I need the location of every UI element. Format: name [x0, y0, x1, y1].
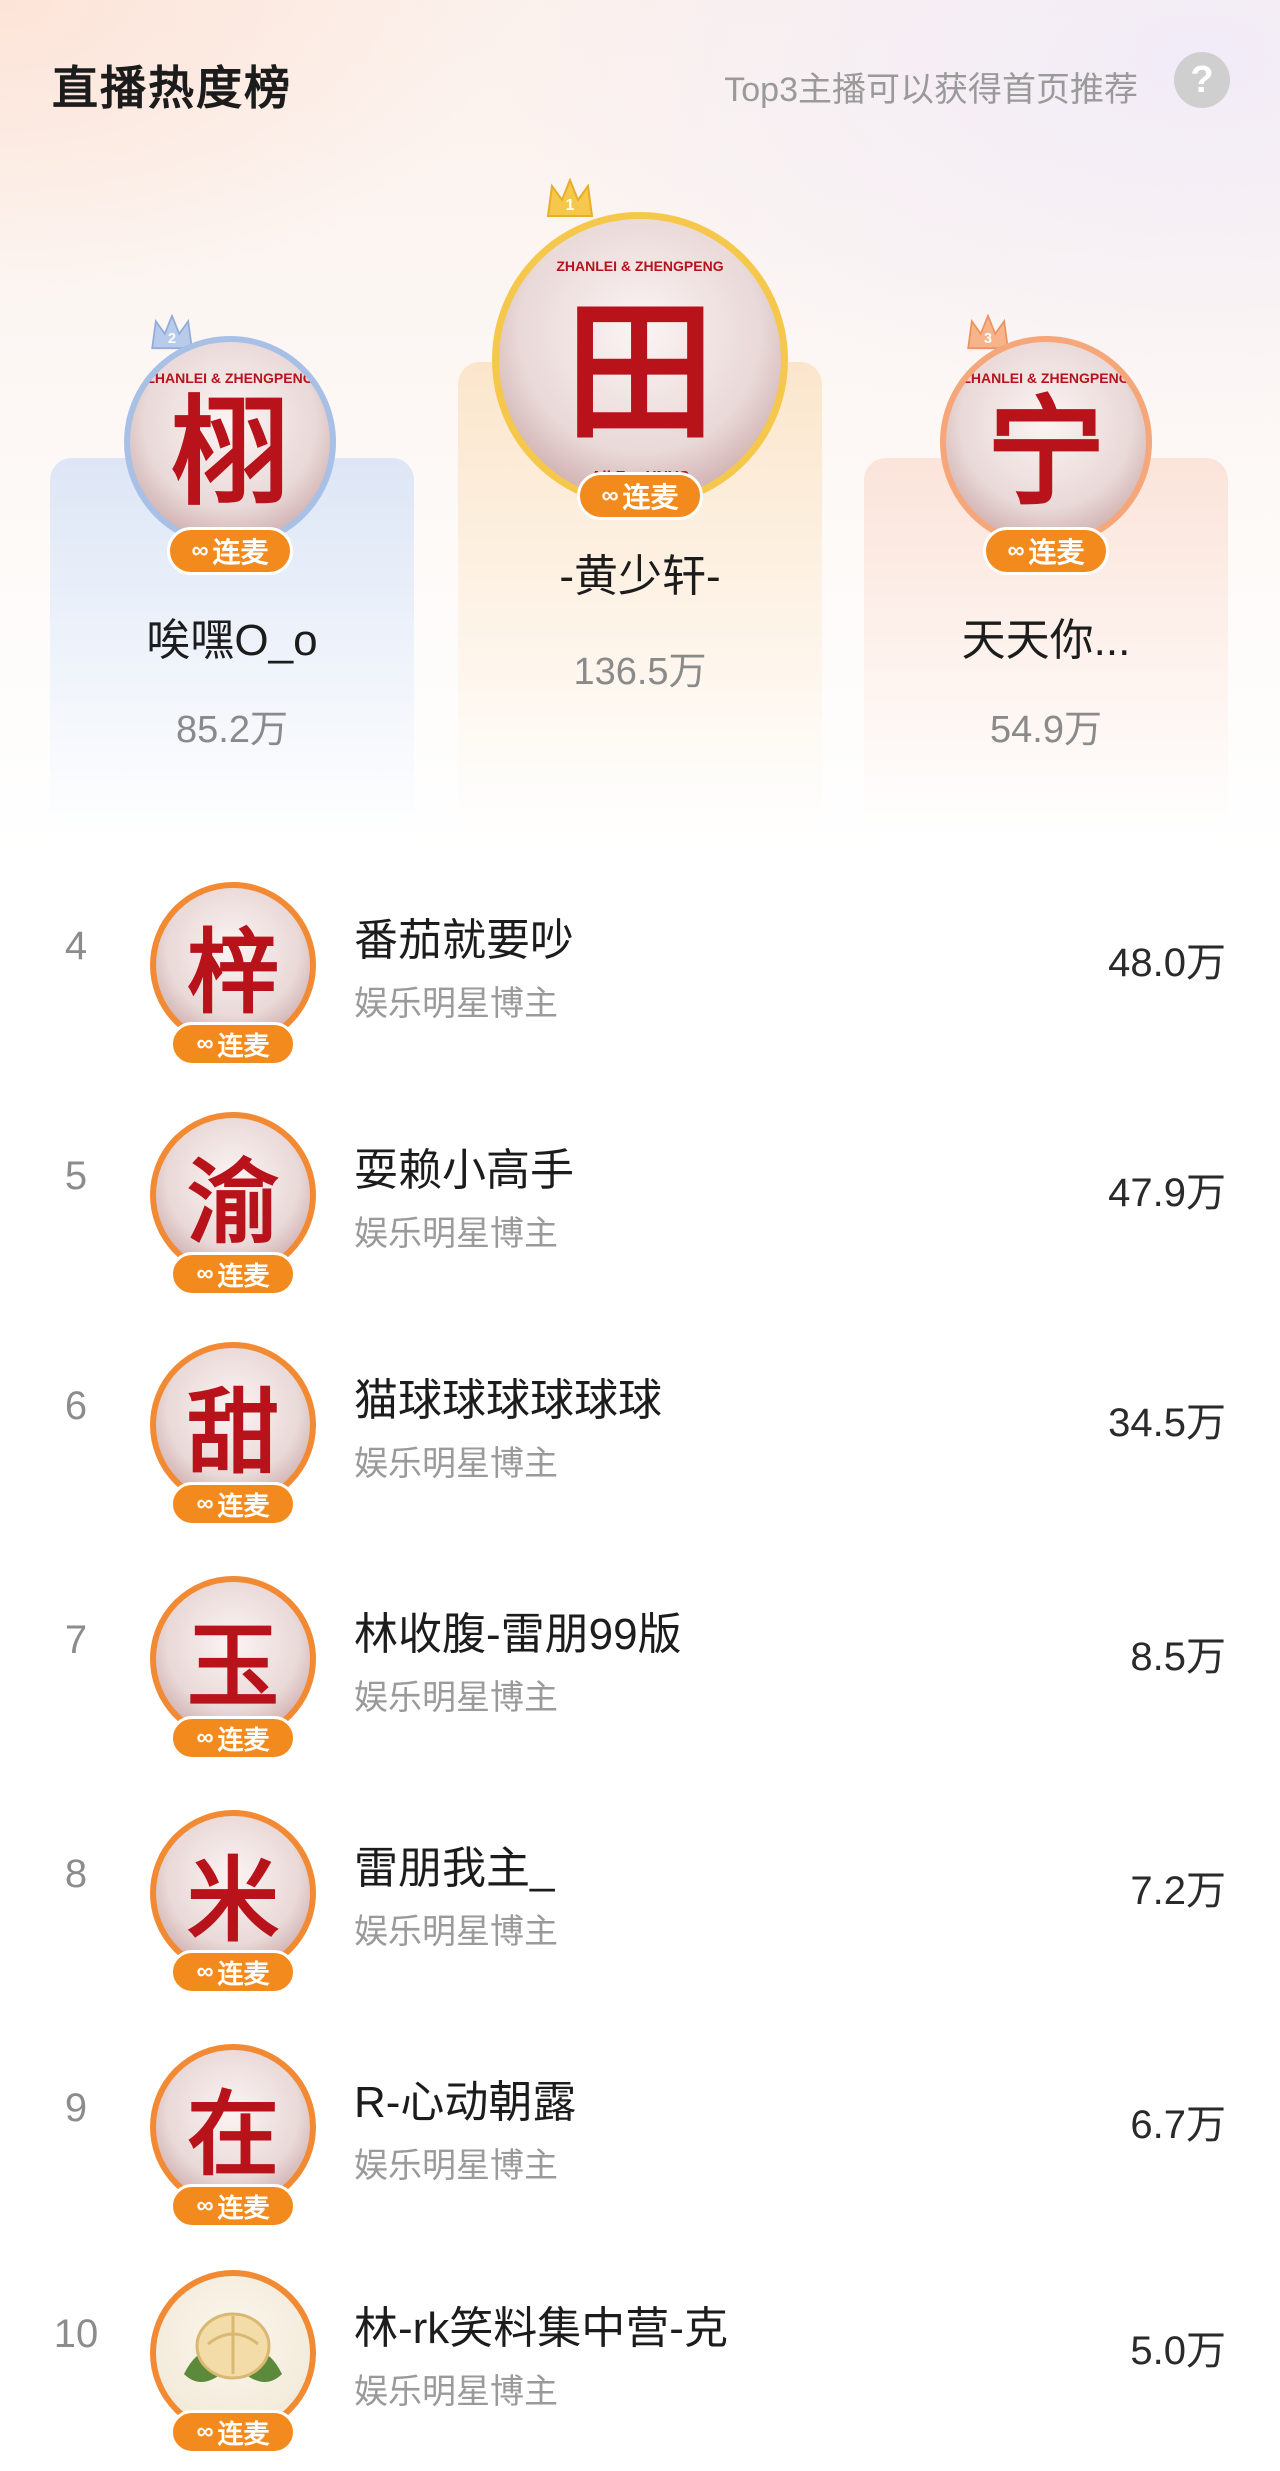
link-mic-badge: ∞ 连麦 [170, 1022, 296, 1066]
rank-2-number: 2 [168, 331, 176, 347]
podium-score-rank-2: 85.2万 [176, 709, 288, 751]
heat-score: 6.7万 [1130, 2103, 1226, 2147]
avatar-glyph: 宁 [986, 382, 1106, 522]
link-mic-badge: ∞ 连麦 [577, 472, 703, 520]
streamer-category: 娱乐明星博主 [354, 2147, 558, 2185]
rank-number: 7 [64, 1618, 88, 1662]
link-mic-badge: ∞ 连麦 [170, 1716, 296, 1760]
streamer-category: 娱乐明星博主 [354, 1215, 558, 1253]
podium-score-rank-1: 136.5万 [573, 651, 707, 693]
link-mic-badge: ∞ 连麦 [983, 527, 1109, 575]
streamer-name: 林-rk笑料集中营-克 [354, 2304, 728, 2353]
rank-number: 6 [64, 1384, 88, 1428]
loop-icon: ∞ [196, 1724, 214, 1751]
streamer-name: 猫球球球球球球 [354, 1376, 662, 1425]
loop-icon: ∞ [196, 1490, 214, 1517]
avatar-glyph: 甜 [186, 1378, 280, 1487]
list-item[interactable]: 4 梓 ∞ 连麦 番茄就要吵 娱乐明星博主 48.0万 [0, 858, 1280, 1078]
heat-score: 8.5万 [1130, 1635, 1226, 1679]
rank-number: 8 [64, 1852, 88, 1896]
bun-leaf-icon [184, 2312, 282, 2382]
heat-score: 34.5万 [1108, 1401, 1226, 1445]
streamer-category: 娱乐明星博主 [354, 1913, 558, 1951]
link-mic-badge: ∞ 连麦 [167, 527, 293, 575]
streamer-category: 娱乐明星博主 [354, 985, 558, 1023]
list-item[interactable]: 7 玉 ∞ 连麦 林收腹-雷朋99版 娱乐明星博主 8.5万 [0, 1552, 1280, 1772]
link-mic-badge: ∞ 连麦 [170, 2410, 296, 2454]
streamer-name: 番茄就要吵 [354, 916, 574, 965]
link-mic-badge: ∞ 连麦 [170, 1252, 296, 1296]
avatar-glyph: 在 [186, 2080, 280, 2189]
link-mic-badge: ∞ 连麦 [170, 1482, 296, 1526]
avatar-glyph: 栩 [170, 382, 290, 522]
loop-icon: ∞ [191, 537, 209, 564]
link-mic-badge: ∞ 连麦 [170, 2184, 296, 2228]
avatar-glyph: 田 [564, 284, 716, 461]
top3-hint-text: Top3主播可以获得首页推荐 [724, 71, 1138, 109]
loop-icon: ∞ [1007, 537, 1025, 564]
avatar-glyph: 米 [186, 1846, 280, 1955]
avatar-glyph: 玉 [186, 1612, 280, 1721]
rank-number: 10 [53, 2312, 99, 2356]
list-item[interactable]: 5 渝 ∞ 连麦 耍赖小高手 娱乐明星博主 47.9万 [0, 1088, 1280, 1308]
gold-crown-icon: 1 [546, 178, 594, 217]
avatar-glyph: 梓 [186, 918, 280, 1027]
heat-score: 47.9万 [1108, 1171, 1226, 1215]
loop-icon: ∞ [196, 1260, 214, 1287]
list-item[interactable]: 6 甜 ∞ 连麦 猫球球球球球球 娱乐明星博主 34.5万 [0, 1318, 1280, 1538]
streamer-name: 林收腹-雷朋99版 [354, 1610, 682, 1659]
page-title: 直播热度榜 [52, 62, 292, 114]
rank-3-number: 3 [984, 331, 992, 347]
heat-score: 7.2万 [1130, 1869, 1226, 1913]
podium-avatar-rank-2[interactable]: ZHANLEI & ZHENGPENG 栩 [124, 336, 336, 548]
leaderboard-header: 直播热度榜 Top3主播可以获得首页推荐 ? [0, 0, 1280, 170]
loop-icon: ∞ [196, 1958, 214, 1985]
streamer-category: 娱乐明星博主 [354, 1445, 558, 1483]
podium-avatar-rank-1[interactable]: ZHANLEI & ZHENGPENG 田 All For XNYS [492, 212, 788, 508]
heat-score: 48.0万 [1108, 941, 1226, 985]
list-item[interactable]: 8 米 ∞ 连麦 雷朋我主_ 娱乐明星博主 7.2万 [0, 1786, 1280, 2006]
link-mic-badge: ∞ 连麦 [170, 1950, 296, 1994]
rank-number: 5 [64, 1154, 88, 1198]
avatar-glyph: 渝 [186, 1148, 280, 1257]
podium-name-rank-3: 天天你... [961, 616, 1131, 665]
podium-score-rank-3: 54.9万 [990, 709, 1102, 751]
streamer-name: 耍赖小高手 [354, 1146, 574, 1195]
podium-name-rank-1: -黄少轩- [559, 552, 721, 601]
podium-name-rank-2: 唉嘿O_o [146, 616, 318, 665]
list-item[interactable]: 9 在 ∞ 连麦 R-心动朝露 娱乐明星博主 6.7万 [0, 2020, 1280, 2240]
podium-avatar-rank-3[interactable]: ZHANLEI & ZHENGPENG 宁 [940, 336, 1152, 548]
loop-icon: ∞ [196, 2192, 214, 2219]
list-item[interactable]: 10 ∞ 连麦 林-rk笑料集中营-克 娱乐明星博主 5.0万 [0, 2246, 1280, 2466]
rank-number: 4 [64, 924, 88, 968]
streamer-category: 娱乐明星博主 [354, 1679, 558, 1717]
question-circle-icon[interactable]: ? [1174, 52, 1230, 108]
rank-number: 9 [64, 2086, 88, 2130]
loop-icon: ∞ [196, 2418, 214, 2445]
loop-icon: ∞ [196, 1030, 214, 1057]
loop-icon: ∞ [601, 482, 619, 509]
streamer-name: R-心动朝露 [354, 2078, 577, 2127]
streamer-name: 雷朋我主_ [354, 1844, 555, 1893]
rank-1-number: 1 [566, 197, 575, 214]
heat-score: 5.0万 [1130, 2329, 1226, 2373]
streamer-category: 娱乐明星博主 [354, 2373, 558, 2411]
